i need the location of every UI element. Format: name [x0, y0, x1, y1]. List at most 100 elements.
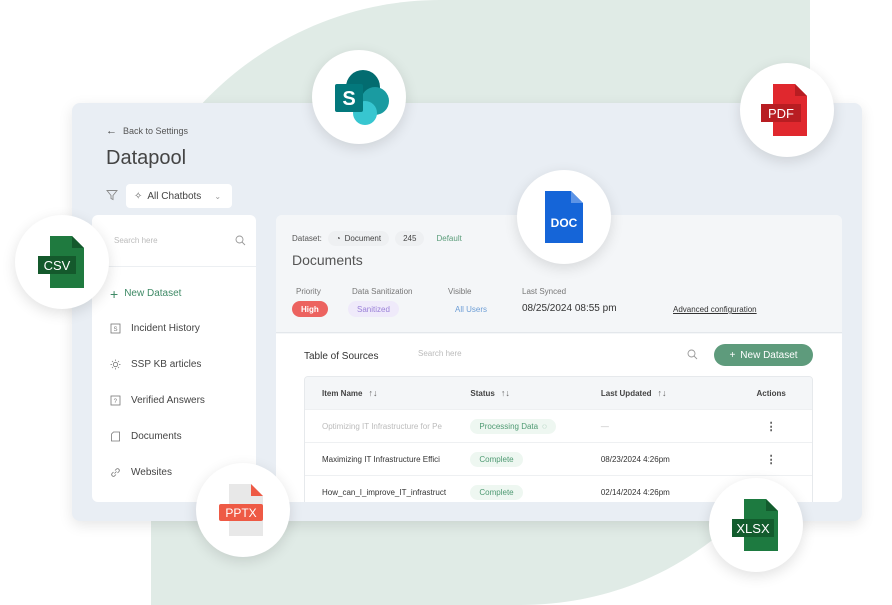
- sharepoint-icon: S: [335, 70, 389, 125]
- last-synced-label: Last Synced: [522, 287, 567, 296]
- column-actions: Actions: [756, 388, 786, 398]
- sparkle-icon: ✧: [134, 190, 143, 202]
- link-icon: [111, 468, 120, 477]
- advanced-configuration-link[interactable]: Advanced configuration: [673, 305, 757, 314]
- column-label: Item Name: [322, 389, 363, 398]
- pdf-file-icon: PDF: [761, 84, 807, 136]
- item-name: Optimizing IT Infrastructure for Pe: [322, 421, 442, 431]
- filter-icon[interactable]: [106, 189, 118, 201]
- sources-search-input[interactable]: Search here: [418, 349, 462, 358]
- column-item-name[interactable]: Item Name ↑↓: [305, 388, 470, 398]
- default-tag: Default: [436, 234, 462, 243]
- table-row[interactable]: Optimizing IT Infrastructure for Pe Proc…: [305, 409, 812, 442]
- table-row[interactable]: Maximizing IT Infrastructure Effici Comp…: [305, 442, 812, 475]
- sidebar-search-input[interactable]: Search here: [114, 236, 158, 245]
- xlsx-badge: XLSX: [709, 478, 803, 572]
- csv-badge: CSV: [15, 215, 109, 309]
- sidebar-item-label: Documents: [131, 431, 182, 442]
- sidebar-search[interactable]: Search here: [92, 215, 256, 267]
- sort-icon[interactable]: ↑↓: [368, 388, 377, 398]
- more-options-icon[interactable]: ⋮: [766, 421, 777, 433]
- document-type-icon: ◔: [335, 234, 341, 243]
- svg-text:S: S: [114, 327, 118, 333]
- dataset-count-chip: 245: [395, 231, 425, 246]
- sharepoint-badge: S: [312, 50, 406, 144]
- svg-text:?: ?: [114, 399, 118, 405]
- visibility-badge: All Users: [455, 304, 488, 314]
- sidebar-item-documents[interactable]: Documents: [110, 431, 182, 442]
- more-options-icon[interactable]: ⋮: [766, 454, 777, 466]
- svg-text:PPTX: PPTX: [225, 506, 256, 520]
- svg-text:CSV: CSV: [44, 258, 71, 273]
- new-dataset-button-label: New Dataset: [740, 349, 798, 361]
- incident-icon: S: [110, 323, 121, 334]
- status-badge: Processing Data ◌: [470, 418, 556, 434]
- chevron-down-icon: ⌄: [214, 191, 222, 201]
- doc-file-icon: DOC: [545, 191, 583, 243]
- sidebar-item-label: Verified Answers: [131, 395, 205, 406]
- status-text: Processing Data: [479, 421, 539, 431]
- app-window: ← Back to Settings Datapool ✧ All Chatbo…: [72, 103, 862, 521]
- visible-label: Visible: [448, 287, 472, 296]
- sidebar-item-label: SSP KB articles: [131, 359, 202, 370]
- sanitization-label: Data Sanitization: [352, 287, 413, 296]
- page-title: Datapool: [106, 147, 187, 169]
- column-last-updated[interactable]: Last Updated ↑↓: [601, 388, 730, 398]
- plus-icon: +: [729, 349, 736, 361]
- sources-title: Table of Sources: [304, 351, 379, 362]
- dataset-sidebar: Search here + New Dataset S Incident His…: [92, 215, 256, 502]
- back-label: Back to Settings: [123, 126, 189, 136]
- sidebar-item-websites[interactable]: Websites: [110, 467, 172, 478]
- chatbot-select[interactable]: ✧ All Chatbots ⌄: [126, 184, 232, 208]
- plus-icon: +: [110, 285, 119, 302]
- document-icon: [111, 431, 120, 442]
- sidebar-item-label: Incident History: [131, 323, 200, 334]
- last-updated: 08/23/2024 4:26pm: [600, 454, 670, 464]
- table-header: Item Name ↑↓ Status ↑↓ Last Updated ↑↓ Acti…: [305, 377, 812, 409]
- loading-spinner-icon: ◌: [542, 421, 547, 431]
- sidebar-item-label: Websites: [131, 467, 172, 478]
- svg-text:S: S: [342, 88, 355, 110]
- doc-badge: DOC: [517, 170, 611, 264]
- priority-label: Priority: [296, 287, 321, 296]
- column-label: Last Updated: [600, 389, 652, 398]
- last-updated: —: [600, 421, 609, 431]
- pdf-badge: PDF: [740, 63, 834, 157]
- item-name: Maximizing IT Infrastructure Effici: [322, 454, 440, 464]
- priority-badge: High: [292, 301, 328, 317]
- dataset-label: Dataset:: [292, 234, 322, 243]
- pptx-badge: PPTX: [196, 463, 290, 557]
- last-updated: 02/14/2024 4:26pm: [600, 487, 670, 497]
- chatbot-select-value: All Chatbots: [147, 190, 202, 202]
- xlsx-file-icon: XLSX: [732, 499, 778, 551]
- back-to-settings-link[interactable]: ← Back to Settings: [106, 125, 188, 137]
- dataset-type-chip: ◔ Document: [327, 231, 390, 246]
- svg-text:PDF: PDF: [768, 106, 794, 121]
- sanitization-badge: Sanitized: [348, 301, 399, 317]
- csv-file-icon: CSV: [38, 236, 84, 288]
- svg-text:DOC: DOC: [551, 216, 578, 230]
- new-dataset-button[interactable]: + New Dataset: [714, 344, 813, 366]
- status-badge: Complete: [470, 484, 523, 500]
- last-synced-value: 08/25/2024 08:55 pm: [522, 303, 617, 314]
- pptx-file-icon: PPTX: [219, 484, 263, 536]
- column-status[interactable]: Status ↑↓: [470, 388, 600, 398]
- sidebar-item-incident-history[interactable]: S Incident History: [110, 323, 200, 334]
- question-icon: ?: [110, 395, 121, 406]
- svg-text:XLSX: XLSX: [736, 521, 770, 536]
- search-icon[interactable]: [235, 235, 246, 246]
- sort-icon[interactable]: ↑↓: [501, 388, 510, 398]
- sources-section: Table of Sources Search here + New Datas…: [276, 334, 842, 502]
- search-icon[interactable]: [687, 349, 698, 360]
- new-dataset-label: New Dataset: [124, 288, 182, 299]
- item-name: How_can_I_improve_IT_infrastruct: [322, 487, 447, 497]
- sort-icon[interactable]: ↑↓: [658, 388, 667, 398]
- column-label: Status: [470, 389, 495, 398]
- sidebar-item-verified-answers[interactable]: ? Verified Answers: [110, 395, 205, 406]
- arrow-left-icon: ←: [106, 125, 117, 137]
- new-dataset-link[interactable]: + New Dataset: [110, 285, 182, 302]
- dataset-title: Documents: [292, 252, 363, 268]
- sidebar-item-ssp-kb-articles[interactable]: SSP KB articles: [110, 359, 201, 370]
- lightbulb-icon: [110, 359, 121, 370]
- status-badge: Complete: [470, 451, 523, 467]
